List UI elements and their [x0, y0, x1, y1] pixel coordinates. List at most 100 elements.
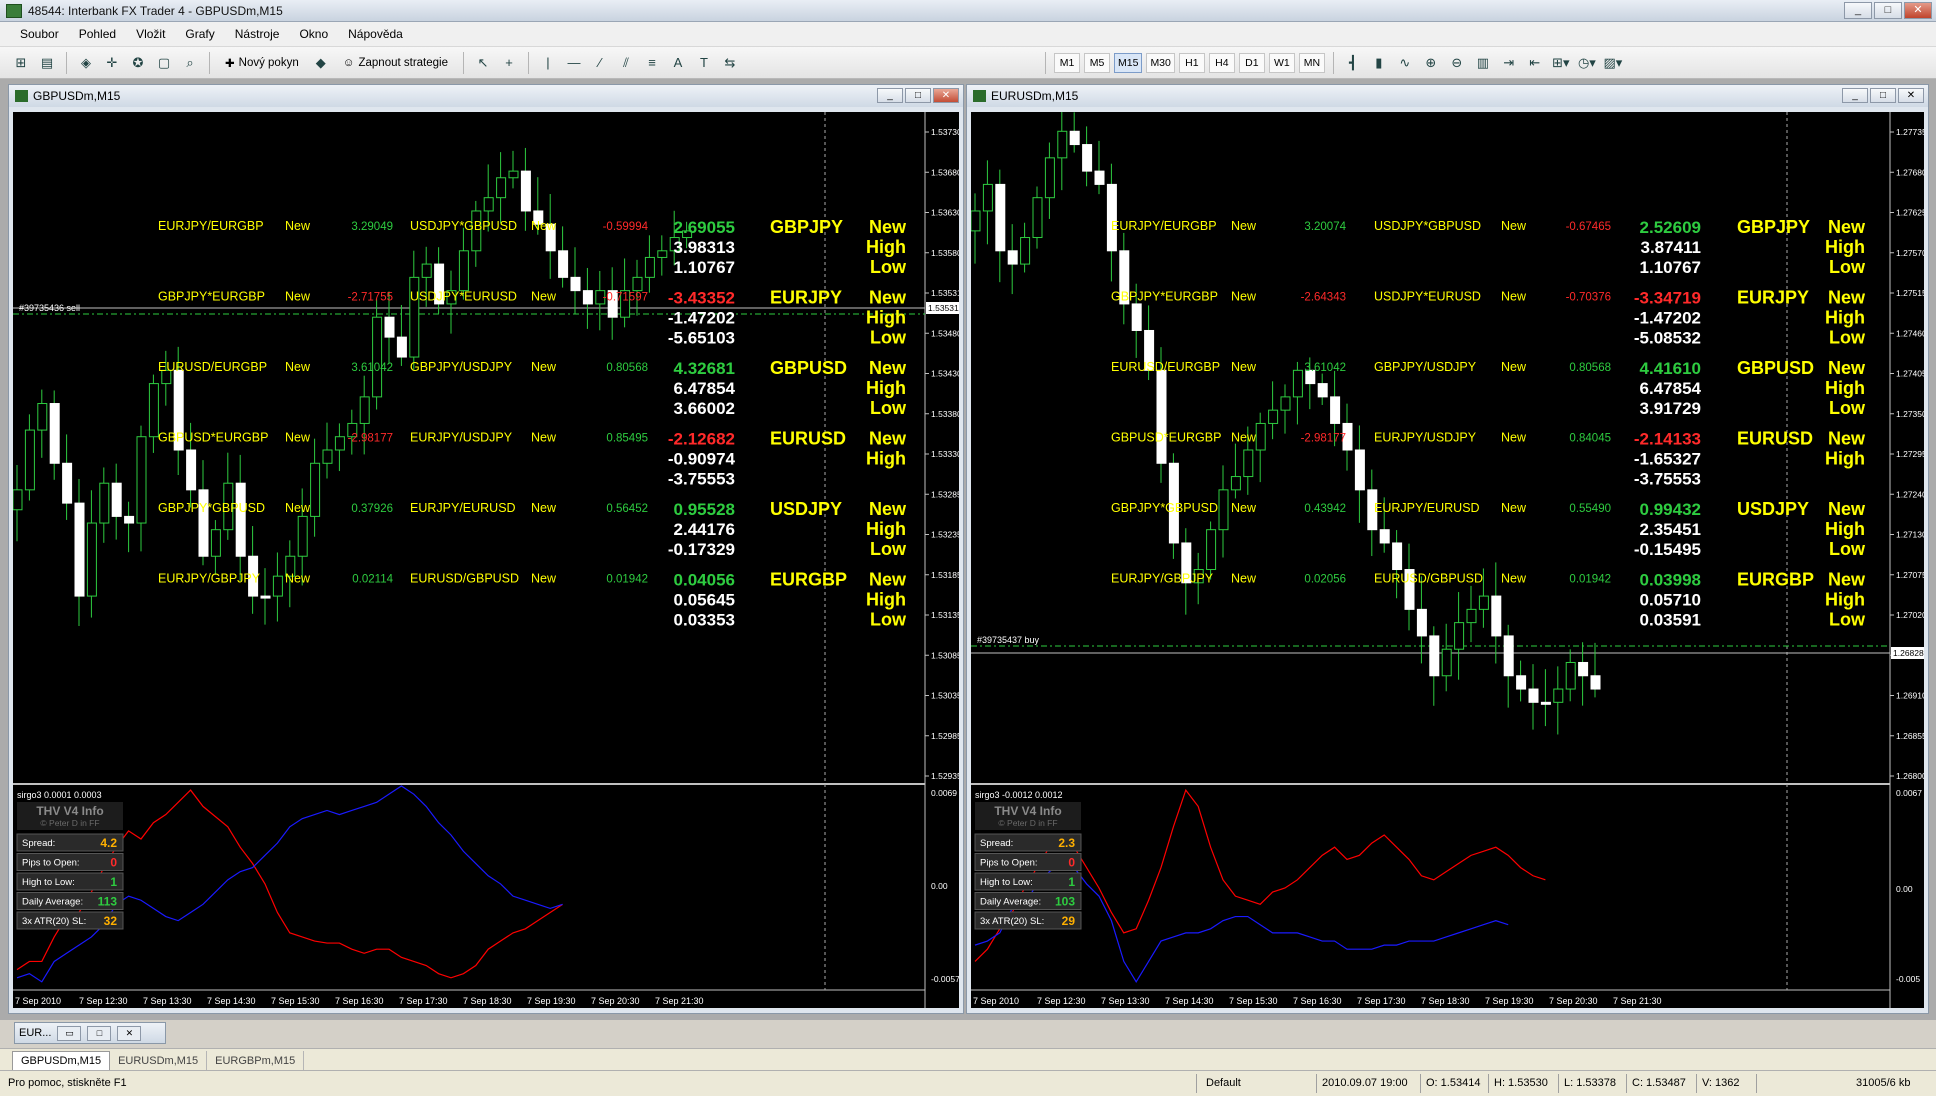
close-button[interactable]: ✕: [117, 1025, 142, 1041]
chart-window-eurusd[interactable]: EURUSDm,M15 _ □ ✕ 1.27735 1.27680 1.27625 1…: [966, 84, 1929, 1014]
strategy-button[interactable]: ☺ Zapnout strategie: [336, 52, 455, 74]
timeframe-w1[interactable]: W1: [1268, 52, 1295, 73]
minimized-window[interactable]: EUR... ▭ □ ✕: [14, 1022, 166, 1044]
chart-shift-icon[interactable]: ⇤: [1524, 52, 1546, 74]
vertical-line-icon[interactable]: |: [537, 52, 559, 74]
cross-pair-label: EURUSD/EURGBP: [158, 360, 267, 374]
price-tick-label: 1.26910: [1896, 691, 1924, 701]
templates-icon[interactable]: ▨▾: [1602, 52, 1624, 74]
tab-eurusd[interactable]: EURUSDm,M15: [110, 1051, 208, 1070]
zoom-in-icon[interactable]: ⊕: [1420, 52, 1442, 74]
timeframe-d1[interactable]: D1: [1238, 52, 1265, 73]
candle-body: [1292, 369, 1303, 398]
minimize-button[interactable]: _: [1844, 2, 1872, 19]
candle-body: [1491, 595, 1502, 637]
tile-icon[interactable]: ▥: [1472, 52, 1494, 74]
crosshair-icon[interactable]: +: [498, 52, 520, 74]
arrows-icon[interactable]: ⇆: [719, 52, 741, 74]
cross-new-label: New: [1231, 572, 1257, 586]
cross-value: 0.02056: [1304, 574, 1346, 586]
chart-maximize-button[interactable]: □: [905, 88, 931, 103]
info-row-label: Pips to Open:: [980, 858, 1038, 869]
cross-value: 0.80568: [1569, 362, 1611, 374]
candle-body: [1156, 369, 1167, 464]
timeframe-m15[interactable]: M15: [1114, 52, 1143, 73]
menu-file[interactable]: Soubor: [10, 27, 69, 41]
pair-name: GBPUSD: [1737, 358, 1814, 378]
indicators-icon[interactable]: ⊞▾: [1550, 52, 1572, 74]
menu-insert[interactable]: Vložit: [126, 27, 175, 41]
chart-minimize-button[interactable]: _: [877, 88, 903, 103]
timeframe-mn[interactable]: MN: [1298, 52, 1325, 73]
tester-icon[interactable]: ⌕: [179, 52, 201, 74]
candles-icon[interactable]: ▮: [1368, 52, 1390, 74]
cross-value: -2.98177: [348, 433, 393, 445]
price-tick-label: 1.53480: [931, 328, 959, 338]
candle-body: [124, 515, 135, 524]
tab-gbpusd[interactable]: GBPUSDm,M15: [12, 1051, 111, 1070]
periods-icon[interactable]: ◷▾: [1576, 52, 1598, 74]
chart-canvas[interactable]: 1.27735 1.27680 1.27625 1.27570 1.27515 1.274…: [971, 112, 1924, 1008]
pair-strength-value: 0.05645: [674, 591, 735, 610]
candle-body: [86, 522, 97, 597]
metaeditor-icon[interactable]: ◆: [310, 52, 332, 74]
text-icon[interactable]: A: [667, 52, 689, 74]
pair-name: GBPJPY: [1737, 217, 1810, 237]
new-chart-icon[interactable]: ⊞: [10, 52, 32, 74]
data-window-icon[interactable]: ✛: [101, 52, 123, 74]
candle-body: [310, 462, 321, 517]
timeframe-m30[interactable]: M30: [1146, 52, 1175, 73]
market-watch-icon[interactable]: ◈: [75, 52, 97, 74]
cross-new-label: New: [285, 290, 311, 304]
channel-icon[interactable]: ⫽: [615, 52, 637, 74]
cursor-icon[interactable]: ↖: [472, 52, 494, 74]
pair-strength-value: 3.66002: [674, 399, 735, 418]
cross-new-label: New: [285, 431, 311, 445]
timeframe-m1[interactable]: M1: [1054, 52, 1080, 73]
cross-pair-label: GBPUSD*EURGBP: [1111, 431, 1221, 445]
pair-tag: New: [1828, 570, 1866, 590]
chart-close-button[interactable]: ✕: [933, 88, 959, 103]
menu-help[interactable]: Nápověda: [338, 27, 413, 41]
chart-window-controls: _ □ ✕: [1842, 88, 1924, 103]
chart-window-gbpusd[interactable]: GBPUSDm,M15 _ □ ✕ 1.53730 1.53680 1.53630 1…: [8, 84, 964, 1014]
pair-tag: Low: [870, 257, 907, 277]
pair-tag: Low: [1829, 610, 1866, 630]
timeframe-h4[interactable]: H4: [1208, 52, 1235, 73]
restore-button[interactable]: ▭: [57, 1025, 82, 1041]
autoscroll-icon[interactable]: ⇥: [1498, 52, 1520, 74]
trendline-icon[interactable]: ⁄: [589, 52, 611, 74]
maximize-button[interactable]: □: [1874, 2, 1902, 19]
chart-close-button[interactable]: ✕: [1898, 88, 1924, 103]
candle-body: [1280, 396, 1291, 411]
cross-value: 0.01942: [1569, 574, 1611, 586]
cross-value: 0.80568: [606, 362, 648, 374]
menu-window[interactable]: Okno: [289, 27, 338, 41]
timeframe-m5[interactable]: M5: [1084, 52, 1110, 73]
maximize-button[interactable]: □: [87, 1025, 112, 1041]
close-button[interactable]: ✕: [1904, 2, 1932, 19]
timeframe-h1[interactable]: H1: [1178, 52, 1205, 73]
menu-view[interactable]: Pohled: [69, 27, 126, 41]
navigator-icon[interactable]: ✪: [127, 52, 149, 74]
chart-maximize-button[interactable]: □: [1870, 88, 1896, 103]
price-tick-label: 1.52935: [931, 771, 959, 781]
cross-new-label: New: [1501, 360, 1527, 374]
profiles-icon[interactable]: ▤: [36, 52, 58, 74]
zoom-out-icon[interactable]: ⊖: [1446, 52, 1468, 74]
horizontal-line-icon[interactable]: —: [563, 52, 585, 74]
new-order-button[interactable]: ✚ Nový pokyn: [218, 52, 306, 74]
terminal-icon[interactable]: ▢: [153, 52, 175, 74]
label-icon[interactable]: T: [693, 52, 715, 74]
chart-minimize-button[interactable]: _: [1842, 88, 1868, 103]
price-tick-label: 1.27680: [1896, 167, 1924, 177]
bar-chart-icon[interactable]: ┫: [1342, 52, 1364, 74]
menu-tools[interactable]: Nástroje: [225, 27, 290, 41]
tab-eurgbp[interactable]: EURGBPm,M15: [207, 1051, 305, 1070]
fibonacci-icon[interactable]: ≡: [641, 52, 663, 74]
chart-canvas[interactable]: 1.53730 1.53680 1.53630 1.53580 1.53531 1.534…: [13, 112, 959, 1008]
current-price-label: 1.53531: [928, 303, 959, 313]
menu-charts[interactable]: Grafy: [175, 27, 224, 41]
line-chart-icon[interactable]: ∿: [1394, 52, 1416, 74]
cross-pair-label: EURJPY/EURUSD: [1374, 501, 1480, 515]
